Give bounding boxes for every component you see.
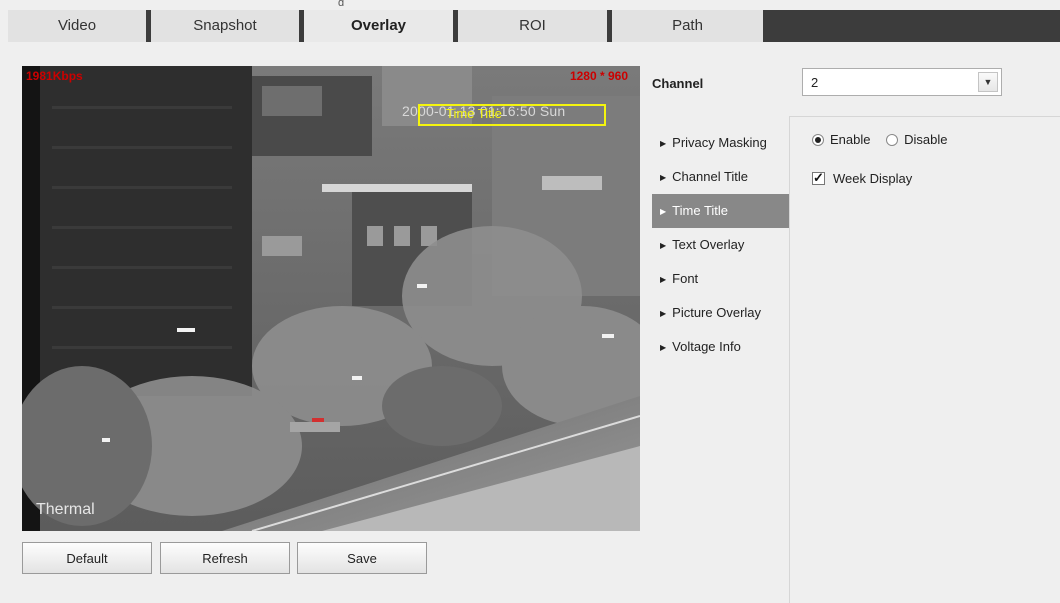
source-label: Thermal [36,501,95,518]
channel-label: Channel [652,76,704,91]
menu-item-font[interactable]: ▶ Font [652,262,789,296]
tab-bar: Video Snapshot Overlay ROI Path [8,10,1060,42]
divider [789,116,790,603]
resolution-readout: 1280 * 960 [569,69,628,83]
menu-item-channel-title[interactable]: ▶ Channel Title [652,160,789,194]
caret-right-icon: ▶ [660,343,667,352]
week-display-row: Week Display [812,170,912,186]
divider [790,116,1060,117]
save-button[interactable]: Save [297,542,427,574]
channel-select-value: 2 [811,75,819,90]
default-button[interactable]: Default [22,542,152,574]
time-title-region-label: Time Title [446,106,502,121]
week-display-checkbox[interactable] [812,170,825,186]
menu-item-voltage-info[interactable]: ▶ Voltage Info [652,330,789,364]
video-preview[interactable]: 1981Kbps 1280 * 960 2000-01-13 01:16:50 … [22,66,640,531]
chevron-down-icon[interactable]: ▼ [978,72,998,92]
enable-radio[interactable] [812,134,824,146]
caret-right-icon: ▶ [660,275,667,284]
tab-path[interactable]: Path [612,10,763,42]
overlay-menu: ▶ Privacy Masking ▶ Channel Title ▶ Time Ti… [652,126,789,364]
menu-item-picture-overlay[interactable]: ▶ Picture Overlay [652,296,789,330]
bitrate-readout: 1981Kbps [26,69,83,83]
caret-right-icon: ▶ [660,173,667,182]
disable-radio[interactable] [886,134,899,146]
tab-video[interactable]: Video [8,10,146,42]
enable-radio-group: Enable Disable [812,132,959,147]
menu-item-time-title[interactable]: ▶ Time Title [652,194,789,228]
caret-right-icon: ▶ [660,207,667,216]
week-display-label[interactable]: Week Display [833,171,912,186]
enable-label[interactable]: Enable [830,132,870,147]
channel-select[interactable]: 2 ▼ [802,68,1002,96]
caret-right-icon: ▶ [660,241,667,250]
refresh-button[interactable]: Refresh [160,542,290,574]
caret-right-icon: ▶ [660,309,667,318]
disable-label[interactable]: Disable [904,132,947,147]
tab-overlay[interactable]: Overlay [304,10,453,42]
thermal-scene-image [22,66,640,531]
caret-right-icon: ▶ [660,139,667,148]
tab-snapshot[interactable]: Snapshot [151,10,299,42]
menu-item-text-overlay[interactable]: ▶ Text Overlay [652,228,789,262]
top-text-fragment: g [338,0,345,6]
tab-roi[interactable]: ROI [458,10,607,42]
menu-item-privacy-masking[interactable]: ▶ Privacy Masking [652,126,789,160]
